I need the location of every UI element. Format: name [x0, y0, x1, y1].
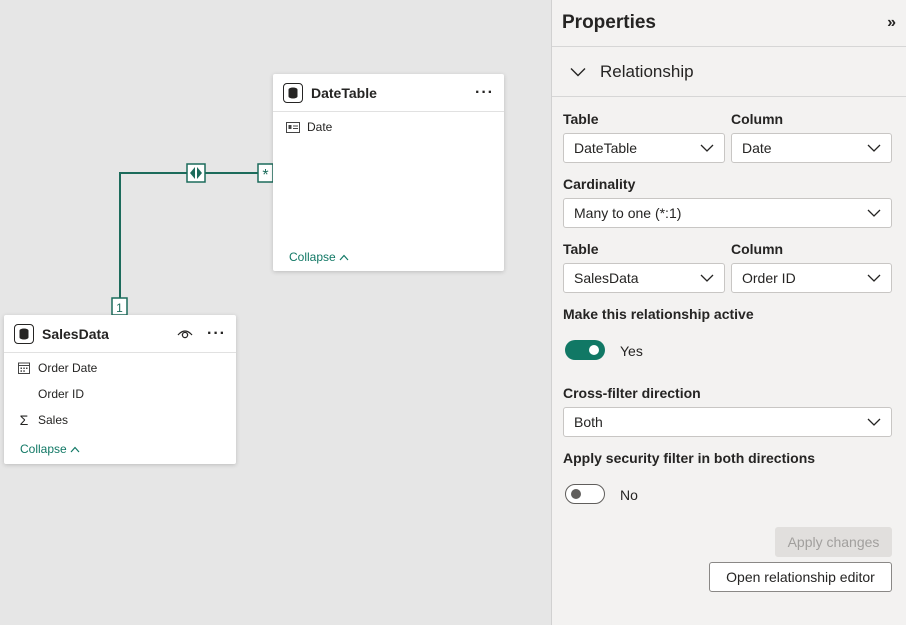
column1-label: Column	[731, 111, 784, 127]
sigma-icon: Σ	[19, 412, 29, 428]
expand-panel-icon[interactable]: »	[887, 14, 896, 32]
security-state: No	[620, 487, 638, 503]
crossfilter-both-icon	[186, 163, 206, 183]
section-label: Relationship	[600, 61, 694, 81]
table-icon	[14, 323, 34, 344]
field-label: Sales	[38, 413, 69, 427]
chevron-down-icon	[867, 274, 881, 282]
more-options-icon[interactable]: ···	[475, 84, 494, 102]
crossfilter-dropdown[interactable]: Both	[563, 407, 892, 437]
panel-header: Properties »	[552, 0, 906, 47]
active-state: Yes	[620, 343, 643, 359]
column2-label: Column	[731, 241, 784, 257]
chevron-down-icon	[867, 418, 881, 426]
chevron-down-icon	[700, 274, 714, 282]
table2-dropdown[interactable]: SalesData	[563, 263, 725, 293]
card-header[interactable]: SalesData ···	[4, 315, 236, 353]
apply-changes-button[interactable]: Apply changes	[775, 527, 892, 557]
active-label: Make this relationship active	[563, 306, 754, 322]
crossfilter-label: Cross-filter direction	[563, 385, 701, 401]
chevron-down-icon	[700, 144, 714, 152]
model-canvas[interactable]: * 1 DateTable ··· Date Collapse SalesDat…	[0, 0, 551, 625]
chevron-up-icon	[339, 254, 349, 260]
card-header[interactable]: DateTable ···	[273, 74, 504, 112]
calendar-icon	[16, 362, 32, 374]
chevron-down-icon	[570, 67, 586, 76]
open-relationship-editor-button[interactable]: Open relationship editor	[709, 562, 892, 592]
relationship-section-header[interactable]: Relationship	[552, 47, 906, 97]
collapse-link[interactable]: Collapse	[289, 250, 349, 264]
table2-label: Table	[563, 241, 599, 257]
chevron-up-icon	[70, 446, 80, 452]
eye-icon[interactable]	[177, 328, 193, 339]
field-row[interactable]: Order ID	[4, 381, 236, 407]
chevron-down-icon	[867, 209, 881, 217]
svg-text:*: *	[262, 167, 268, 184]
security-toggle[interactable]	[565, 484, 605, 504]
table-title: DateTable	[311, 84, 377, 101]
calendar-card-icon	[285, 121, 301, 133]
column1-dropdown[interactable]: Date	[731, 133, 892, 163]
properties-panel: Properties » Relationship Table Column D…	[551, 0, 906, 625]
field-row[interactable]: Order Date	[4, 355, 236, 381]
field-label: Order Date	[38, 361, 98, 375]
cardinality-label: Cardinality	[563, 176, 636, 192]
panel-title: Properties	[562, 12, 656, 33]
collapse-link[interactable]: Collapse	[20, 442, 80, 456]
field-row[interactable]: Date	[273, 114, 504, 140]
cardinality-dropdown[interactable]: Many to one (*:1)	[563, 198, 892, 228]
table1-label: Table	[563, 111, 599, 127]
security-label: Apply security filter in both directions	[563, 450, 816, 466]
table1-dropdown[interactable]: DateTable	[563, 133, 725, 163]
table-title: SalesData	[42, 325, 109, 342]
date-table-card[interactable]: DateTable ··· Date Collapse	[273, 74, 504, 271]
column2-dropdown[interactable]: Order ID	[731, 263, 892, 293]
active-toggle[interactable]	[565, 340, 605, 360]
more-options-icon[interactable]: ···	[207, 325, 226, 343]
field-row[interactable]: Σ Sales	[4, 407, 236, 433]
many-marker: *	[257, 163, 274, 184]
svg-text:1: 1	[116, 301, 123, 315]
sales-table-card[interactable]: SalesData ··· Order Date Order ID Σ Sale…	[4, 315, 236, 464]
field-label: Order ID	[38, 387, 85, 401]
chevron-down-icon	[867, 144, 881, 152]
field-label: Date	[307, 120, 333, 134]
one-marker: 1	[111, 297, 128, 316]
table-icon	[283, 82, 303, 103]
